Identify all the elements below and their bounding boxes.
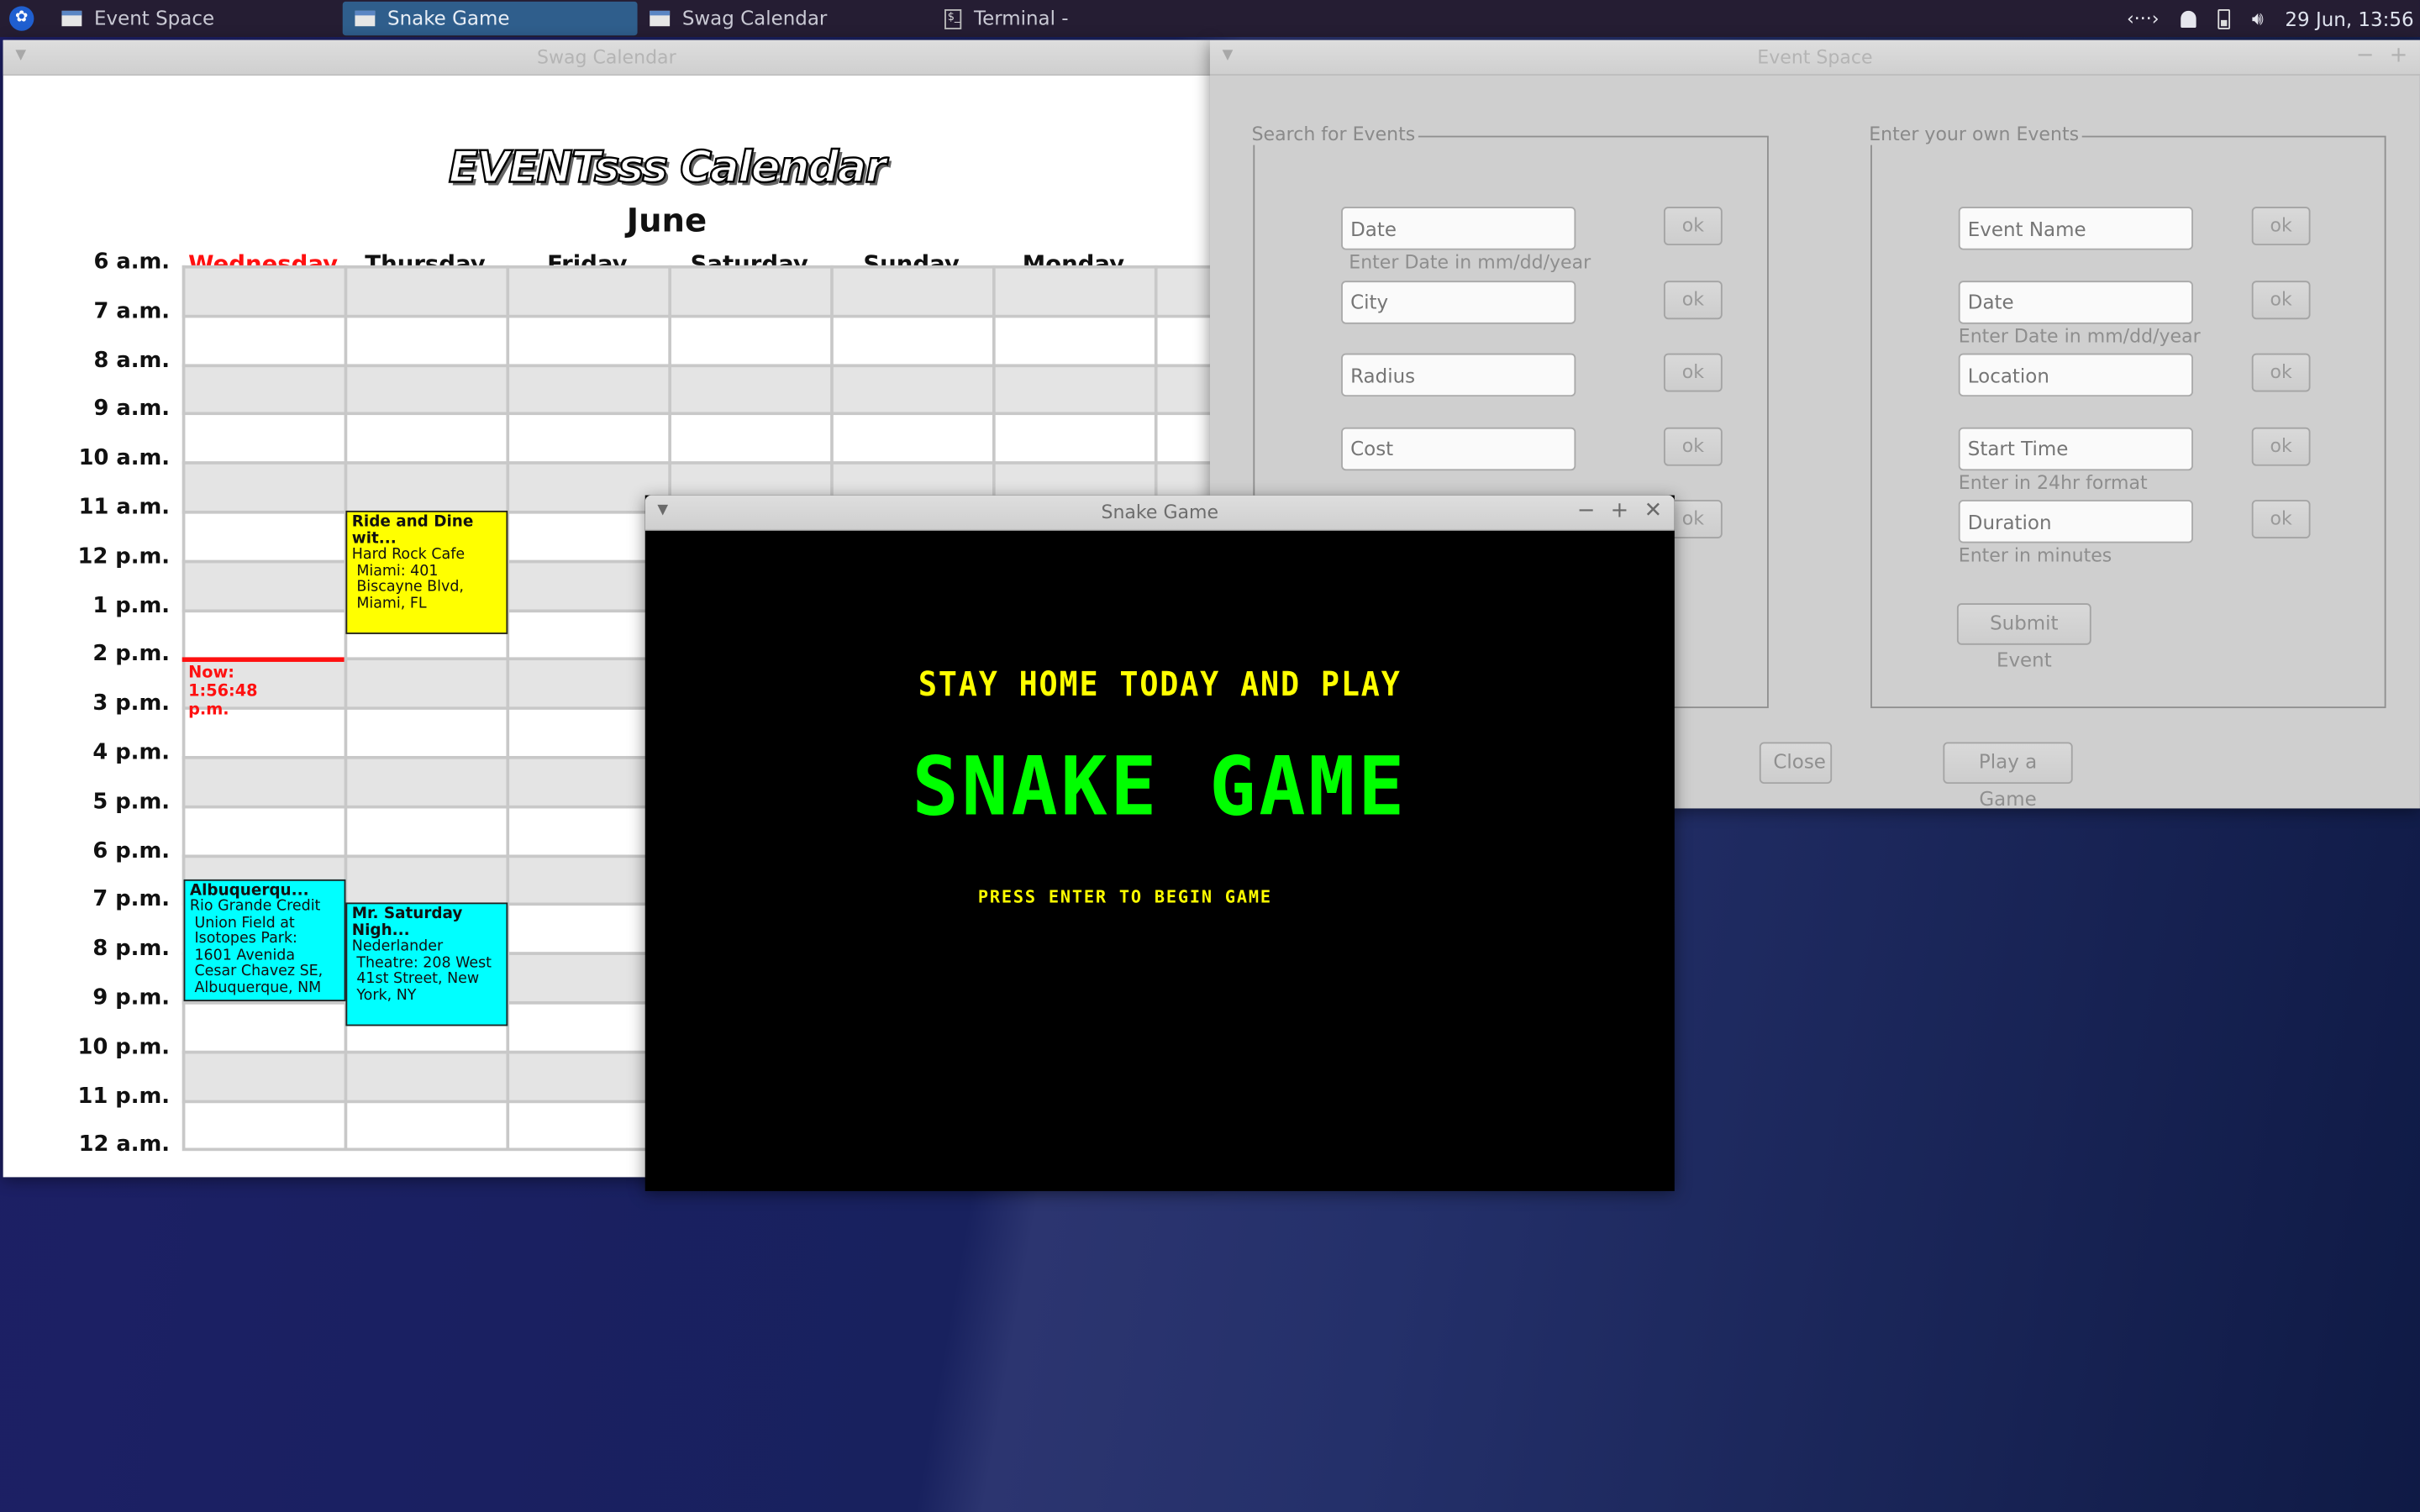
window-title: Event Space bbox=[1757, 46, 1873, 68]
ok-button[interactable]: ok bbox=[2251, 280, 2311, 319]
hour-label: 4 p.m. bbox=[92, 740, 171, 766]
event-location: Hard Rock Cafe Miami: 401 Biscayne Blvd,… bbox=[351, 546, 466, 612]
taskbar-item-snake-game[interactable]: Snake Game bbox=[342, 1, 638, 36]
game-subtitle: STAY HOME TODAY AND PLAY bbox=[918, 663, 1402, 704]
ok-button[interactable]: ok bbox=[2251, 427, 2311, 466]
ok-button[interactable]: ok bbox=[1663, 207, 1723, 246]
network-icon[interactable]: ‹···› bbox=[2127, 8, 2160, 29]
titlebar[interactable]: ▼ Snake Game − + ✕ bbox=[644, 495, 1675, 531]
date-field[interactable] bbox=[1341, 207, 1576, 250]
titlebar[interactable]: ▼ Event Space − + bbox=[1209, 39, 2420, 76]
clock[interactable]: 29 Jun, 13:56 bbox=[2285, 7, 2413, 30]
city-field[interactable] bbox=[1341, 280, 1576, 323]
hour-label: 8 p.m. bbox=[92, 937, 171, 962]
minimize-icon[interactable]: − bbox=[1577, 498, 1596, 522]
hour-label: 3 p.m. bbox=[92, 691, 171, 717]
hour-label: 1 p.m. bbox=[92, 593, 171, 618]
submit-event-button[interactable]: Submit Event bbox=[1956, 603, 2091, 671]
volume-icon[interactable]: 🔊︎ bbox=[2252, 7, 2264, 30]
event-name-field[interactable] bbox=[1958, 207, 2193, 250]
taskbar-item-label: Terminal - bbox=[973, 6, 1069, 29]
hour-label: 10 a.m. bbox=[78, 446, 171, 471]
calendar-brand: EVENTsss Calendar bbox=[448, 141, 887, 194]
ok-button[interactable]: ok bbox=[2251, 500, 2311, 539]
minimize-icon[interactable]: − bbox=[2356, 43, 2375, 67]
ok-button[interactable]: ok bbox=[1663, 353, 1723, 392]
hour-label: 11 a.m. bbox=[78, 495, 171, 520]
hour-label: 2 p.m. bbox=[92, 642, 171, 668]
game-canvas[interactable]: STAY HOME TODAY AND PLAY SNAKE GAME PRES… bbox=[645, 529, 1675, 1191]
window-icon bbox=[355, 10, 376, 27]
event-location: Nederlander Theatre: 208 West 41st Stree… bbox=[351, 938, 492, 1005]
system-tray: ‹···› 🔊︎ 29 Jun, 13:56 bbox=[2127, 0, 2414, 37]
hour-label: 5 p.m. bbox=[92, 790, 171, 815]
duration-field[interactable] bbox=[1958, 500, 2193, 544]
start-time-field[interactable] bbox=[1958, 427, 2193, 470]
window-icon bbox=[61, 10, 82, 27]
date-field[interactable] bbox=[1958, 280, 2193, 323]
event-title: Albuquerqu... bbox=[189, 881, 309, 899]
snake-game-window: ▼ Snake Game − + ✕ STAY HOME TODAY AND P… bbox=[644, 495, 1675, 1191]
hour-label: 9 a.m. bbox=[93, 396, 171, 423]
app-menu-icon[interactable]: ✿ bbox=[9, 6, 34, 31]
hour-label: 6 a.m. bbox=[93, 249, 171, 275]
hour-label: 12 p.m. bbox=[77, 543, 171, 570]
terminal-icon: $_ bbox=[944, 8, 962, 29]
calendar-event[interactable]: Ride and Dine wit... Hard Rock Cafe Miami… bbox=[345, 510, 508, 633]
hour-label: 7 p.m. bbox=[92, 887, 171, 913]
calendar-event[interactable]: Albuquerqu... Rio Grande Credit Union Fie… bbox=[183, 879, 346, 1002]
radius-field[interactable] bbox=[1341, 353, 1576, 397]
start-prompt: PRESS ENTER TO BEGIN GAME bbox=[977, 887, 1272, 907]
now-indicator-line bbox=[182, 657, 345, 662]
window-icon bbox=[650, 10, 671, 27]
event-title: Mr. Saturday Nigh... bbox=[351, 906, 463, 940]
hour-label: 9 p.m. bbox=[92, 985, 171, 1011]
hour-label: 6 p.m. bbox=[92, 838, 171, 864]
ok-button[interactable]: ok bbox=[2251, 353, 2311, 392]
column-divider bbox=[182, 265, 186, 1149]
bell-icon[interactable] bbox=[2181, 9, 2196, 28]
maximize-icon[interactable]: + bbox=[1611, 498, 1629, 522]
close-button[interactable]: Close bbox=[1759, 742, 1833, 785]
event-title: Ride and Dine wit... bbox=[351, 513, 474, 548]
ok-button[interactable]: ok bbox=[2251, 207, 2311, 246]
month-label: June bbox=[626, 202, 708, 239]
field-hint: Enter Date in mm/dd/year bbox=[1958, 324, 2201, 347]
location-field[interactable] bbox=[1958, 353, 2193, 397]
titlebar[interactable]: ▼ Swag Calendar bbox=[3, 39, 1210, 76]
close-icon[interactable]: ✕ bbox=[1644, 498, 1663, 522]
game-title: SNAKE GAME bbox=[912, 739, 1408, 834]
ok-button[interactable]: ok bbox=[1663, 427, 1723, 466]
taskbar-item-label: Swag Calendar bbox=[681, 6, 828, 29]
hour-label: 8 a.m. bbox=[93, 348, 171, 373]
taskbar-item-swag-calendar[interactable]: Swag Calendar bbox=[638, 2, 923, 35]
taskbar-item-label: Event Space bbox=[94, 6, 215, 29]
group-legend: Search for Events bbox=[1251, 123, 1418, 145]
play-game-button[interactable]: Play a Game bbox=[1943, 742, 2073, 810]
taskbar-item-event-space[interactable]: Event Space bbox=[50, 2, 335, 35]
battery-icon[interactable] bbox=[2217, 8, 2231, 29]
field-hint: Enter in minutes bbox=[1958, 545, 2112, 567]
window-title: Swag Calendar bbox=[536, 46, 676, 68]
field-hint: Enter Date in mm/dd/year bbox=[1349, 251, 1591, 274]
group-legend: Enter your own Events bbox=[1869, 123, 2082, 145]
hour-label: 7 a.m. bbox=[93, 298, 171, 324]
taskbar: ✿ Event Space Snake Game Swag Calendar $… bbox=[0, 0, 2420, 38]
taskbar-item-label: Snake Game bbox=[387, 6, 510, 29]
maximize-icon[interactable]: + bbox=[2390, 43, 2408, 67]
event-location: Rio Grande Credit Union Field at Isotope… bbox=[189, 897, 324, 996]
ok-button[interactable]: ok bbox=[1663, 280, 1723, 319]
desktop: ✿ Event Space Snake Game Swag Calendar $… bbox=[0, 0, 2420, 1512]
taskbar-item-terminal[interactable]: $_ Terminal - bbox=[932, 2, 1218, 35]
calendar-event[interactable]: Mr. Saturday Nigh... Nederlander Theatre:… bbox=[345, 903, 508, 1026]
cost-field[interactable] bbox=[1341, 427, 1576, 470]
hour-label: 11 p.m. bbox=[77, 1084, 171, 1109]
now-label: Now: 1:56:48 p.m. bbox=[188, 663, 258, 719]
hour-label: 10 p.m. bbox=[77, 1035, 171, 1060]
field-hint: Enter in 24hr format bbox=[1958, 471, 2148, 494]
window-title: Snake Game bbox=[1101, 501, 1219, 523]
hour-label: 12 a.m. bbox=[78, 1132, 171, 1158]
